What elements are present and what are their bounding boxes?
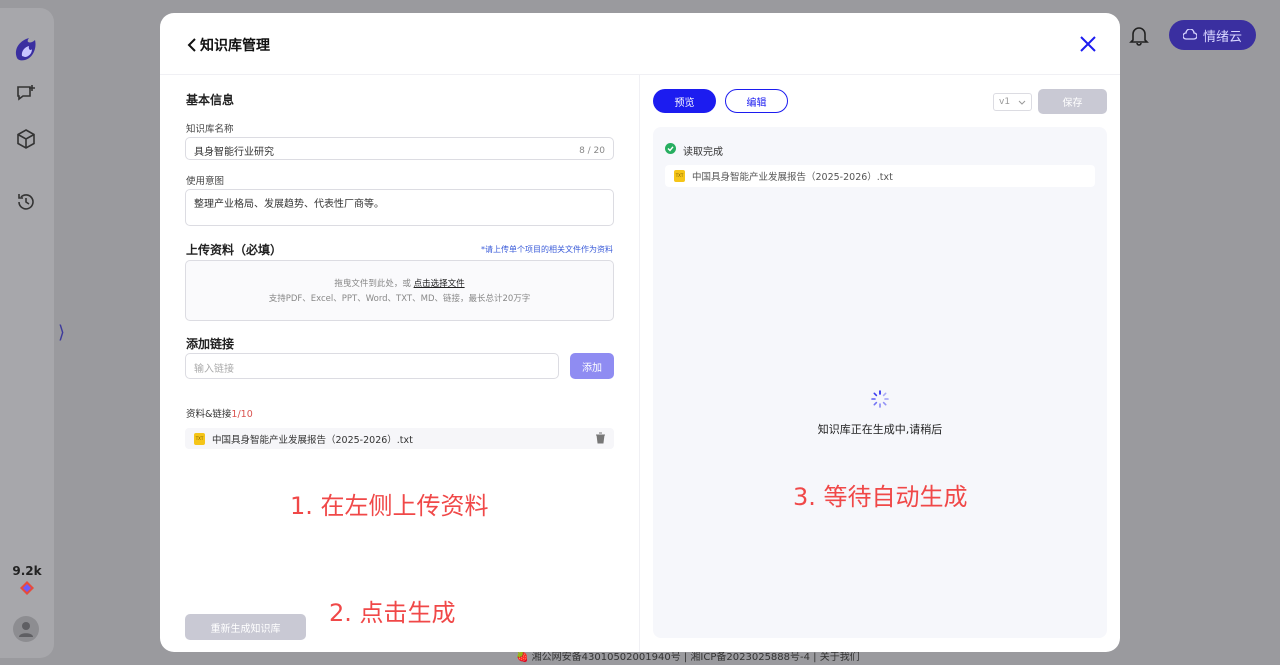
cloud-icon bbox=[1182, 29, 1197, 40]
annotation-step-1: 1. 在左侧上传资料 bbox=[290, 492, 489, 520]
add-link-button[interactable]: 添加 bbox=[570, 353, 614, 379]
close-icon[interactable] bbox=[1079, 35, 1097, 53]
version-select[interactable]: v1 bbox=[993, 93, 1032, 111]
bell-icon[interactable] bbox=[1128, 24, 1150, 46]
tab-edit[interactable]: 编辑 bbox=[725, 89, 788, 113]
upload-drop-text: 拖曳文件到此处，或 点击选择文件 bbox=[334, 279, 465, 289]
points-count: 9.2k bbox=[12, 564, 42, 578]
cube-icon[interactable] bbox=[15, 128, 37, 150]
user-icon bbox=[19, 622, 33, 637]
regenerate-button[interactable]: 重新生成知识库 bbox=[185, 614, 306, 640]
resources-label: 资料&链接1/10 bbox=[186, 409, 253, 420]
app-logo-icon[interactable] bbox=[11, 34, 41, 64]
upload-formats: 支持PDF、Excel、PPT、Word、TXT、MD、链接，最长总计20万字 bbox=[268, 294, 531, 304]
sidebar: 9.2k bbox=[0, 8, 54, 658]
annotation-step-2: 2. 点击生成 bbox=[329, 599, 456, 627]
annotation-step-3: 3. 等待自动生成 bbox=[793, 483, 968, 511]
resources-count: 1/10 bbox=[231, 409, 253, 420]
name-label: 知识库名称 bbox=[186, 124, 234, 135]
sidebar-expand-icon[interactable]: ⟩ bbox=[58, 322, 65, 343]
name-value: 具身智能行业研究 bbox=[194, 147, 274, 158]
upload-title: 上传资料（必填） bbox=[186, 243, 283, 257]
link-input[interactable]: 输入链接 bbox=[185, 353, 559, 379]
history-icon[interactable] bbox=[15, 191, 37, 213]
save-button[interactable]: 保存 bbox=[1038, 89, 1107, 114]
chevron-down-icon bbox=[1018, 100, 1026, 105]
emotion-cloud-button[interactable]: 情绪云 bbox=[1169, 20, 1256, 50]
cloud-button-label: 情绪云 bbox=[1202, 29, 1242, 45]
list-item: TXT 中国具身智能产业发展报告（2025-2026）.txt bbox=[185, 428, 614, 449]
file-name: 中国具身智能产业发展报告（2025-2026）.txt bbox=[212, 435, 413, 446]
left-pane: 基本信息 知识库名称 具身智能行业研究 8 / 20 使用意图 整理产业格局、发… bbox=[160, 75, 640, 652]
read-status: 读取完成 bbox=[683, 147, 723, 158]
upload-dropzone[interactable]: 拖曳文件到此处，或 点击选择文件 支持PDF、Excel、PPT、Word、TX… bbox=[185, 260, 614, 321]
gem-icon bbox=[20, 581, 34, 595]
right-pane: 预览 编辑 v1 保存 读取完成 TXT 中国具身智能产业发展报告（2025-2… bbox=[640, 75, 1120, 652]
intent-textarea[interactable]: 整理产业格局、发展趋势、代表性厂商等。 bbox=[185, 189, 614, 226]
intent-label: 使用意图 bbox=[186, 176, 225, 187]
list-item: TXT 中国具身智能产业发展报告（2025-2026）.txt bbox=[665, 165, 1095, 187]
back-icon[interactable] bbox=[186, 37, 198, 53]
knowledge-base-modal: 知识库管理 基本信息 知识库名称 具身智能行业研究 8 / 20 使用意图 整理… bbox=[160, 13, 1120, 652]
txt-file-icon: TXT bbox=[194, 433, 205, 445]
trash-icon[interactable] bbox=[595, 432, 606, 444]
version-value: v1 bbox=[999, 97, 1011, 107]
chat-add-icon[interactable] bbox=[15, 82, 37, 104]
modal-header: 知识库管理 bbox=[160, 13, 1120, 75]
check-circle-icon bbox=[665, 143, 676, 154]
modal-title: 知识库管理 bbox=[200, 38, 270, 54]
loading-spinner-icon bbox=[871, 390, 889, 408]
avatar[interactable] bbox=[13, 616, 39, 642]
intent-value: 整理产业格局、发展趋势、代表性厂商等。 bbox=[194, 199, 384, 210]
link-title: 添加链接 bbox=[186, 337, 235, 351]
file-name: 中国具身智能产业发展报告（2025-2026）.txt bbox=[692, 172, 893, 183]
name-input[interactable]: 具身智能行业研究 8 / 20 bbox=[185, 137, 614, 160]
generating-status: 知识库正在生成中,请稍后 bbox=[817, 423, 943, 436]
upload-hint: *请上传单个项目的相关文件作为资料 bbox=[481, 245, 613, 254]
tab-preview[interactable]: 预览 bbox=[653, 89, 716, 113]
preview-area: 读取完成 TXT 中国具身智能产业发展报告（2025-2026）.txt 知识库… bbox=[653, 127, 1107, 638]
select-file-link[interactable]: 点击选择文件 bbox=[414, 279, 465, 289]
basic-info-title: 基本信息 bbox=[186, 93, 235, 107]
name-counter: 8 / 20 bbox=[579, 146, 605, 156]
txt-file-icon: TXT bbox=[674, 170, 685, 182]
